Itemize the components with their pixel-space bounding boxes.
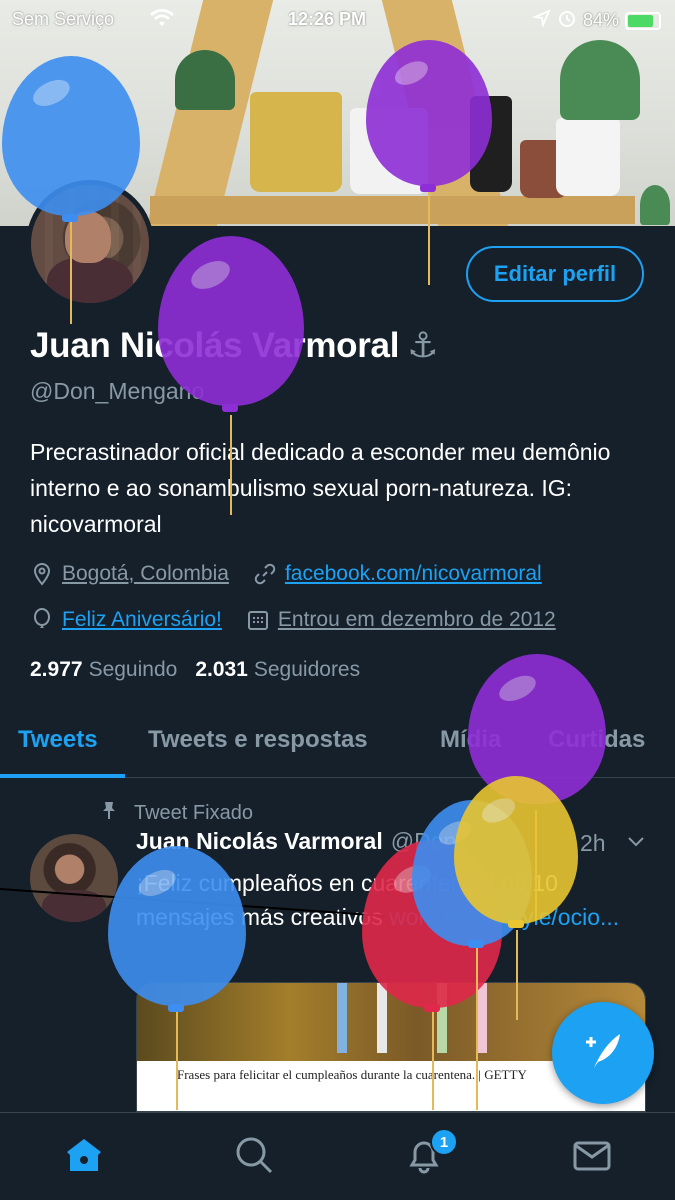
mail-icon [572,1135,612,1180]
banner-plant [175,50,235,110]
card-candle [377,983,387,1053]
purple-balloon [158,236,304,406]
joined-text: Entrou em dezembro de 2012 [277,608,556,631]
link-icon [253,562,277,586]
alarm-icon [557,8,577,33]
banner-pot [250,92,342,192]
banner-plant [640,185,670,225]
compose-feather-icon [580,1028,626,1079]
status-bar: Sem Serviço 12:26 PM 84% [0,0,675,38]
card-candle [337,983,347,1053]
balloon-string [516,930,518,1020]
balloon-string [70,218,72,324]
chevron-down-icon[interactable] [626,832,646,855]
nav-search[interactable] [232,1135,276,1179]
pinned-label: Tweet Fixado [134,801,253,824]
compose-tweet-button[interactable] [552,1002,654,1104]
website-link[interactable]: facebook.com/nicovarmoral [285,562,542,586]
tweet-time: 2h [580,830,606,856]
battery-fill [628,14,654,27]
followers-link[interactable]: 2.031 Seguidores [195,658,360,682]
card-candle [477,983,487,1053]
tab-tweets[interactable]: Tweets [18,726,98,754]
followers-count: 2.031 [195,658,248,681]
edit-profile-button[interactable]: Editar perfil [466,246,644,302]
location-arrow-icon [531,9,551,32]
followers-label: Seguidores [253,658,361,681]
banner-plant [560,40,640,120]
website-item[interactable]: facebook.com/nicovarmoral [253,562,542,586]
balloon-knot [222,404,238,412]
tweet-header: Juan Nicolás Varmoral@Don... [136,828,656,855]
nav-home[interactable] [62,1135,106,1179]
balloon-string [230,415,232,515]
balloon-knot [62,214,78,222]
pin-icon [100,800,118,826]
banner-pot [556,118,620,196]
avatar-shirt [47,257,133,303]
status-right: 84% [531,8,661,33]
balloon-string [476,945,478,1110]
pinned-indicator: Tweet Fixado [100,800,253,826]
following-count: 2.977 [30,658,83,681]
balloon-icon [30,608,54,632]
profile-meta-row-1: Bogotá, Colombia facebook.com/nicovarmor… [30,562,542,586]
carrier-label: Sem Serviço [12,9,115,29]
tweet-author-avatar[interactable] [30,834,118,922]
balloon-string [432,1010,434,1110]
joined-item: Entrou em dezembro de 2012 [246,608,556,632]
following-link[interactable]: 2.977 Seguindo [30,658,177,682]
home-icon [64,1135,104,1180]
tab-tweets-replies[interactable]: Tweets e respostas [148,726,368,754]
calendar-icon [246,608,270,632]
profile-bio: Precrastinador oficial dedicado a escond… [30,439,611,537]
search-icon [234,1135,274,1180]
active-tab-indicator [0,774,125,778]
location-pin-icon [30,562,54,586]
clock: 12:26 PM [288,9,367,29]
notification-badge: 1 [430,1128,458,1156]
location-text: Bogotá, Colombia [62,562,229,585]
balloon-knot [168,1004,184,1012]
location-item: Bogotá, Colombia [30,562,229,586]
wifi-icon [150,8,174,33]
follow-counts: 2.977 Seguindo 2.031 Seguidores [30,658,360,682]
bottom-nav [0,1112,675,1200]
balloon-knot [420,184,436,192]
balloon-string [428,190,430,285]
nav-messages[interactable] [570,1135,614,1179]
battery-icon [625,11,661,30]
battery-percent: 84% [582,10,619,30]
balloon-knot [468,940,484,948]
anchor-emoji: ⚓ [407,326,439,365]
balloon-string [176,1012,178,1110]
birthday-item[interactable]: Feliz Aniversário! [30,608,222,632]
balloon-knot [508,920,524,928]
balloon-knot [424,1004,440,1012]
following-label: Seguindo [88,658,178,681]
banner-shelf-board [150,196,635,224]
birthday-link[interactable]: Feliz Aniversário! [62,608,222,632]
profile-meta-row-2: Feliz Aniversário! Entrou em dezembro de… [30,608,556,632]
